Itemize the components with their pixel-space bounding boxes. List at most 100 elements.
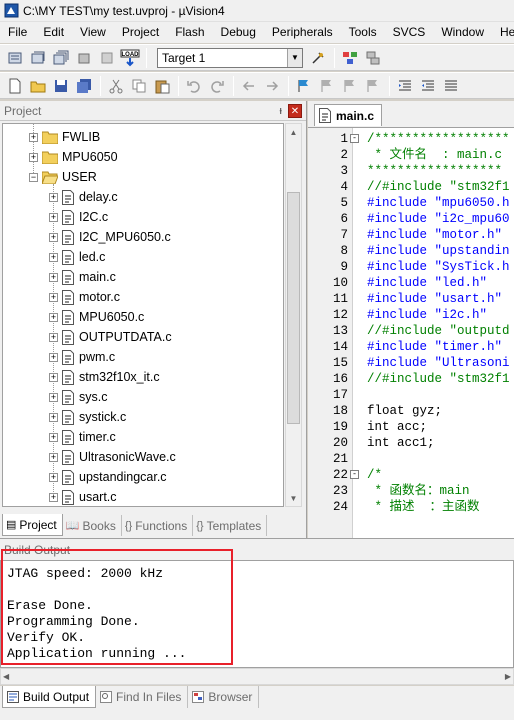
code-line[interactable]: 20 int acc1; [308,435,514,451]
new-file-icon[interactable] [4,75,26,97]
tab-build-output[interactable]: Build Output [2,686,97,708]
stop-build-icon[interactable] [96,47,118,69]
expand-icon[interactable]: + [49,472,58,482]
target-select[interactable]: Target 1 ▼ [157,47,303,68]
code-line[interactable]: 16 //#include "stm32f1 [308,371,514,387]
cut-icon[interactable] [105,75,127,97]
code-line[interactable]: 21 [308,451,514,467]
prev-bookmark-icon[interactable] [316,75,338,97]
expand-icon[interactable]: + [49,272,58,282]
expand-icon[interactable]: + [49,372,58,382]
expand-icon[interactable]: + [49,332,58,342]
tree-folder-fwlib[interactable]: + FWLIB [29,127,100,147]
tree-file[interactable]: + systick.c [49,407,126,427]
scroll-left-icon[interactable]: ◀ [3,672,9,681]
chevron-down-icon[interactable]: ▼ [287,48,302,67]
nav-forward-icon[interactable] [261,75,283,97]
tree-file[interactable]: + I2C.c [49,207,108,227]
tree-file[interactable]: + main.c [49,267,116,287]
code-line[interactable]: 2 * 文件名 : main.c [308,147,514,163]
batch-build-icon[interactable] [73,47,95,69]
save-icon[interactable] [50,75,72,97]
tree-file[interactable]: + led.c [49,247,105,267]
expand-icon[interactable]: + [49,412,58,422]
code-line[interactable]: 14 #include "timer.h" [308,339,514,355]
expand-icon[interactable]: + [49,212,58,222]
code-line[interactable]: 19 int acc; [308,419,514,435]
code-line[interactable]: 12 #include "i2c.h" [308,307,514,323]
paste-icon[interactable] [151,75,173,97]
tree-folder-mpu6050[interactable]: + MPU6050 [29,147,118,167]
menu-debug[interactable]: Debug [213,22,264,43]
fold-toggle-icon[interactable]: - [350,470,359,479]
expand-icon[interactable]: + [49,292,58,302]
menu-edit[interactable]: Edit [35,22,72,43]
code-line[interactable]: 5 #include "mpu6050.h [308,195,514,211]
next-bookmark-icon[interactable] [339,75,361,97]
code-line[interactable]: 3 ****************** [308,163,514,179]
menu-svcs[interactable]: SVCS [385,22,434,43]
menu-file[interactable]: File [0,22,35,43]
target-options-icon[interactable] [307,47,329,69]
menu-project[interactable]: Project [114,22,167,43]
code-line[interactable]: 24 * 描述 ：主函数 [308,499,514,515]
tree-file[interactable]: + OUTPUTDATA.c [49,327,172,347]
code-line[interactable]: 13 //#include "outputd [308,323,514,339]
rebuild-icon[interactable] [50,47,72,69]
expand-icon[interactable]: + [49,352,58,362]
indent-icon[interactable] [394,75,416,97]
tree-file[interactable]: + sys.c [49,387,107,407]
fold-toggle-icon[interactable]: - [350,134,359,143]
menu-view[interactable]: View [72,22,114,43]
manage-components-icon[interactable] [339,47,361,69]
code-line[interactable]: 17 [308,387,514,403]
tree-file[interactable]: + UltrasonicWave.c [49,447,176,467]
tree-file[interactable]: + upstandingcar.c [49,467,167,487]
clear-bookmarks-icon[interactable] [362,75,384,97]
scroll-down-icon[interactable]: ▼ [286,490,301,506]
code-line[interactable]: 6 #include "i2c_mpu60 [308,211,514,227]
tree-file[interactable]: + MPU6050.c [49,307,144,327]
tab-functions[interactable]: {} Functions [122,515,194,536]
bookmark-icon[interactable] [293,75,315,97]
expand-icon[interactable]: + [29,152,38,162]
load-download-icon[interactable]: LOAD [119,47,141,69]
expand-icon[interactable]: + [49,252,58,262]
expand-icon[interactable]: + [49,312,58,322]
tree-file[interactable]: + delay.c [49,187,118,207]
tree-file[interactable]: + usart.c [49,487,117,506]
code-line[interactable]: 23 * 函数名：main [308,483,514,499]
select-packs-icon[interactable] [362,47,384,69]
code-line[interactable]: 8 #include "upstandin [308,243,514,259]
collapse-icon[interactable]: − [29,172,38,182]
build-icon[interactable] [27,47,49,69]
expand-icon[interactable]: + [29,132,38,142]
expand-icon[interactable]: + [49,232,58,242]
scrollbar-thumb[interactable] [287,192,300,424]
build-output-hscrollbar[interactable]: ◀ ▶ [0,668,514,685]
expand-icon[interactable]: + [49,432,58,442]
menu-help[interactable]: Help [492,22,514,43]
tree-file[interactable]: + motor.c [49,287,120,307]
tab-main-c[interactable]: main.c [314,104,382,126]
expand-icon[interactable]: + [49,192,58,202]
code-line[interactable]: 7 #include "motor.h" [308,227,514,243]
tree-file[interactable]: + stm32f10x_it.c [49,367,160,387]
code-line[interactable]: 18 float gyz; [308,403,514,419]
unindent-icon[interactable] [417,75,439,97]
tab-books[interactable]: 📖 Books [63,515,122,536]
comment-icon[interactable] [440,75,462,97]
code-line[interactable]: 11 #include "usart.h" [308,291,514,307]
code-line[interactable]: 1-/****************** [308,131,514,147]
menu-peripherals[interactable]: Peripherals [264,22,341,43]
tab-templates[interactable]: {} Templates [193,515,268,536]
menu-flash[interactable]: Flash [167,22,212,43]
scroll-up-icon[interactable]: ▲ [286,124,301,140]
copy-icon[interactable] [128,75,150,97]
tab-browser[interactable]: Browser [188,686,260,708]
code-line[interactable]: 4 //#include "stm32f1 [308,179,514,195]
tree-file[interactable]: + pwm.c [49,347,115,367]
expand-icon[interactable]: + [49,492,58,502]
tab-project[interactable]: ▤ Project [2,514,63,536]
menu-tools[interactable]: Tools [341,22,385,43]
